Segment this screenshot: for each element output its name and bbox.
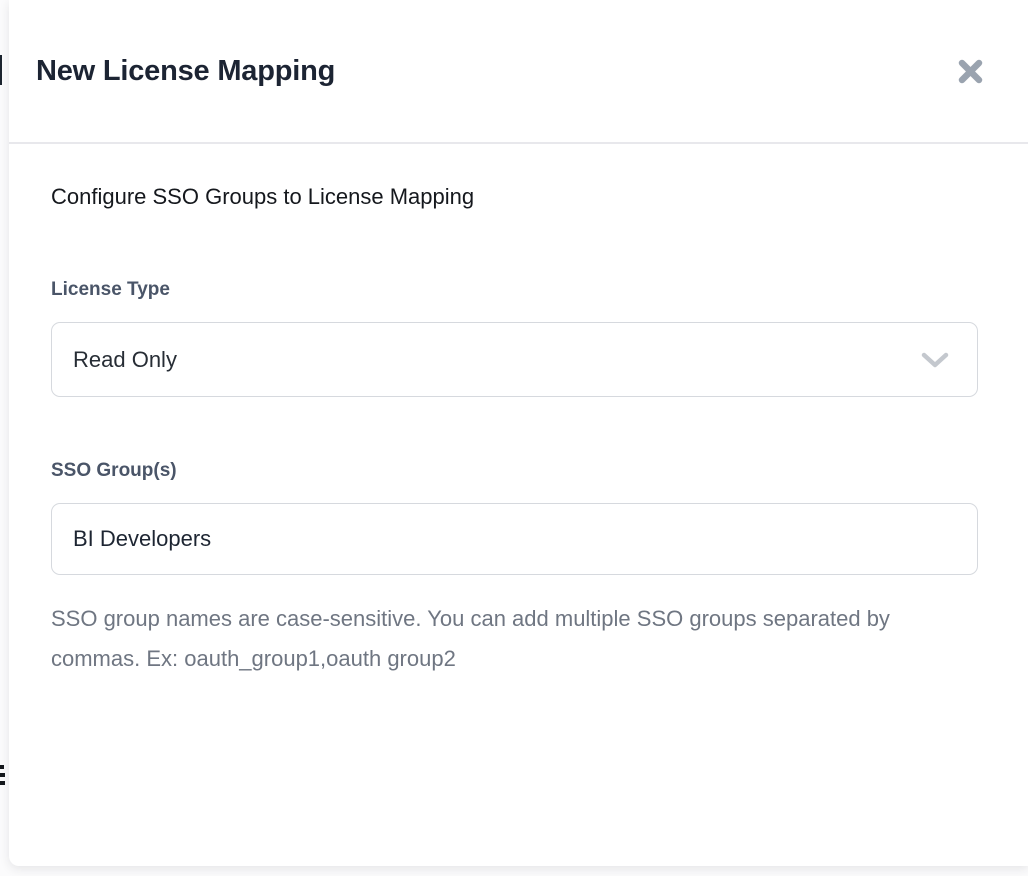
sso-groups-help-text: SSO group names are case-sensitive. You … [51,599,903,679]
clipped-page-artifact [0,55,2,85]
sso-groups-input[interactable] [51,503,978,575]
clipped-list-icon-artifact [0,781,5,785]
close-button[interactable] [953,55,988,88]
license-type-select[interactable]: Read Only [51,322,978,397]
chevron-down-icon [921,352,949,368]
clipped-list-icon-artifact [0,773,5,777]
sso-groups-label: SSO Group(s) [51,459,978,483]
modal-title: New License Mapping [36,55,335,88]
clipped-list-icon-artifact [0,765,4,769]
license-type-label: License Type [51,278,978,302]
close-icon [957,59,984,84]
new-license-mapping-modal: New License Mapping Configure SSO Groups… [9,0,1028,866]
modal-description: Configure SSO Groups to License Mapping [51,182,978,212]
modal-body: Configure SSO Groups to License Mapping … [9,144,1028,679]
license-type-selected-value: Read Only [73,347,177,373]
modal-header: New License Mapping [9,0,1028,144]
